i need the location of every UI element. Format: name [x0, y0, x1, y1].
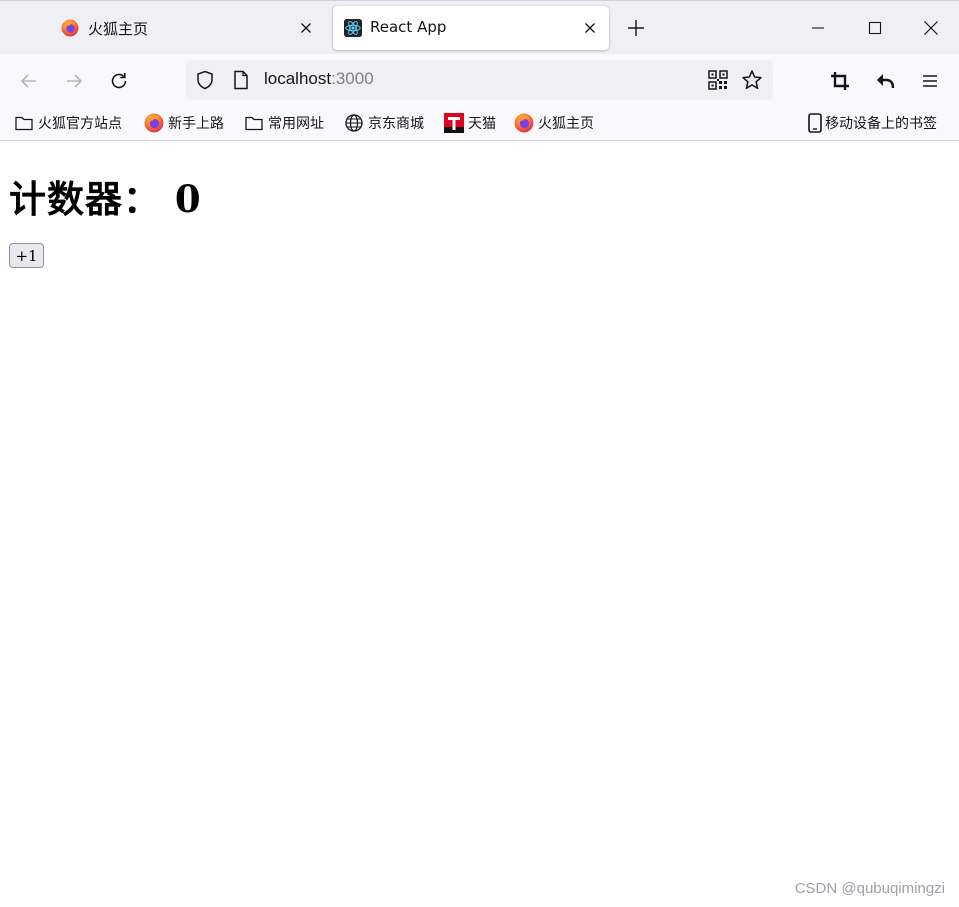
bookmark-label: 常用网址 — [268, 116, 324, 132]
firefox-icon — [144, 113, 164, 133]
tab-firefox-home[interactable]: 火狐主页 — [48, 6, 325, 50]
globe-icon — [345, 114, 363, 132]
increment-button[interactable]: +1 — [9, 243, 44, 268]
bookmark-firefox-official[interactable]: 火狐官方站点 — [14, 112, 122, 134]
minimize-button[interactable] — [805, 15, 831, 41]
navigation-toolbar: localhost:3000 — [0, 54, 959, 107]
tab-react-app[interactable]: React App — [333, 6, 609, 50]
mobile-device-icon — [808, 113, 822, 133]
bookmark-star-icon[interactable] — [741, 69, 763, 91]
undo-close-tab-button[interactable] — [872, 68, 898, 94]
bookmark-getting-started[interactable]: 新手上路 — [144, 112, 224, 134]
close-window-button[interactable] — [918, 15, 944, 41]
close-icon — [924, 21, 938, 35]
bookmark-label: 火狐官方站点 — [38, 116, 122, 132]
tab-strip: 火狐主页 React App — [0, 0, 959, 54]
counter-heading: 计数器： 0 — [9, 177, 202, 221]
forward-button[interactable] — [61, 68, 87, 94]
qr-code-icon[interactable] — [708, 70, 728, 90]
new-tab-plus-icon[interactable] — [625, 17, 647, 39]
page-info-icon[interactable] — [232, 70, 250, 90]
close-tab-icon[interactable] — [581, 19, 599, 37]
bookmarks-toolbar: 火狐官方站点 新手上路 常用网址 京东商城 天猫 火狐主页 移动设备上的书签 — [0, 107, 959, 141]
tmall-icon — [444, 113, 464, 133]
bookmark-firefox-home[interactable]: 火狐主页 — [514, 112, 594, 134]
minimize-icon — [812, 27, 824, 29]
firefox-icon — [61, 19, 79, 37]
arrow-left-icon — [20, 74, 36, 88]
bookmark-label: 移动设备上的书签 — [825, 116, 937, 132]
url-host: localhost — [264, 69, 332, 88]
bookmark-label: 新手上路 — [168, 116, 224, 132]
folder-icon — [15, 116, 33, 131]
bookmark-label: 火狐主页 — [538, 116, 594, 132]
tab-title: React App — [370, 18, 447, 36]
url-text[interactable]: localhost:3000 — [264, 69, 374, 89]
maximize-icon — [868, 21, 882, 35]
watermark: CSDN @qubuqimingzi — [794, 880, 945, 897]
bookmark-tmall[interactable]: 天猫 — [444, 112, 496, 134]
bookmark-common-sites[interactable]: 常用网址 — [244, 112, 324, 134]
firefox-icon — [514, 113, 534, 133]
tracking-protection-shield-icon[interactable] — [195, 70, 215, 90]
back-button[interactable] — [16, 68, 42, 94]
bookmark-jd[interactable]: 京东商城 — [344, 112, 424, 134]
react-icon — [344, 19, 362, 37]
reload-button[interactable] — [106, 68, 132, 94]
bookmark-label: 京东商城 — [368, 116, 424, 132]
crop-icon — [831, 72, 849, 90]
bookmark-label: 天猫 — [468, 116, 496, 132]
app-menu-button[interactable] — [917, 68, 943, 94]
tab-title: 火狐主页 — [88, 20, 149, 38]
url-port: :3000 — [331, 69, 374, 88]
bookmark-mobile-folder[interactable]: 移动设备上的书签 — [805, 112, 937, 134]
close-tab-icon[interactable] — [297, 19, 315, 37]
arrow-right-icon — [67, 74, 83, 88]
address-bar[interactable]: localhost:3000 — [186, 60, 773, 100]
folder-icon — [245, 116, 263, 131]
maximize-button[interactable] — [862, 15, 888, 41]
reload-icon — [111, 73, 127, 89]
reply-arrow-icon — [877, 74, 895, 89]
page-content: 计数器： 0 +1 CSDN @qubuqimingzi — [0, 141, 959, 907]
screenshot-button[interactable] — [827, 68, 853, 94]
hamburger-menu-icon — [923, 75, 937, 87]
